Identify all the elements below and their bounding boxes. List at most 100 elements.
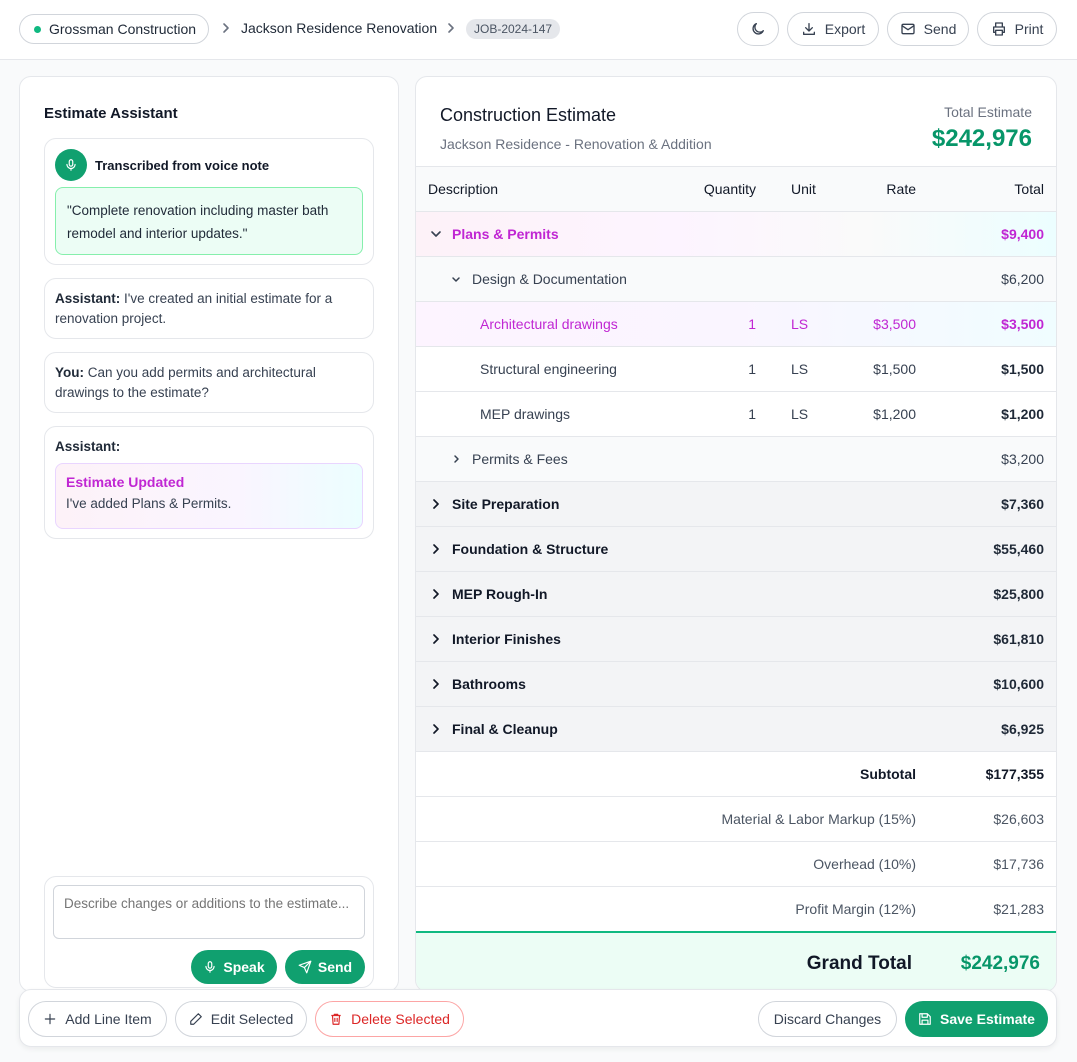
- delete-selected-button[interactable]: Delete Selected: [315, 1001, 464, 1037]
- microphone-icon: [203, 960, 217, 974]
- moon-icon: [750, 21, 766, 37]
- export-button[interactable]: Export: [787, 12, 879, 46]
- col-unit: Unit: [791, 181, 816, 197]
- category-label: Interior Finishes: [452, 631, 561, 647]
- assistant-panel: Estimate Assistant Transcribed from voic…: [19, 76, 399, 992]
- speak-label: Speak: [223, 959, 265, 975]
- message-speaker: Assistant:: [55, 439, 121, 454]
- subcategory-row-design[interactable]: Design & Documentation $6,200: [416, 256, 1056, 301]
- send-label: Send: [317, 959, 353, 975]
- estimate-panel: Construction Estimate Jackson Residence …: [415, 76, 1057, 992]
- category-row[interactable]: Foundation & Structure $55,460: [416, 526, 1056, 571]
- category-label: Bathrooms: [452, 676, 526, 692]
- add-line-item-button[interactable]: Add Line Item: [28, 1001, 167, 1037]
- mail-icon: [900, 21, 916, 37]
- profit-label: Profit Margin (12%): [795, 901, 916, 917]
- chevron-right-icon: [220, 21, 232, 35]
- category-row[interactable]: MEP Rough-In $25,800: [416, 571, 1056, 616]
- grand-total-row: Grand Total $242,976: [416, 931, 1056, 991]
- subcategory-total: $6,200: [1001, 271, 1044, 287]
- estimate-table: Description Quantity Unit Rate Total Pla…: [416, 166, 1056, 991]
- chevron-down-icon[interactable]: [428, 226, 444, 242]
- category-row[interactable]: Interior Finishes $61,810: [416, 616, 1056, 661]
- profit-row: Profit Margin (12%) $21,283: [416, 886, 1056, 931]
- item-rate: $3,500: [873, 316, 916, 332]
- chevron-right-icon[interactable]: [428, 631, 444, 647]
- overhead-label: Overhead (10%): [813, 856, 916, 872]
- chevron-down-icon[interactable]: [448, 271, 464, 287]
- save-estimate-button[interactable]: Save Estimate: [905, 1001, 1048, 1037]
- dark-mode-toggle[interactable]: [737, 12, 779, 46]
- markup-row: Material & Labor Markup (15%) $26,603: [416, 796, 1056, 841]
- estimate-update-notice: Estimate Updated I've added Plans & Perm…: [55, 463, 363, 529]
- item-total: $3,500: [1001, 316, 1044, 332]
- action-toolbar: Add Line Item Edit Selected Delete Selec…: [19, 989, 1057, 1047]
- category-total: $10,600: [993, 676, 1044, 692]
- trash-icon: [329, 1012, 343, 1026]
- profit-value: $21,283: [993, 901, 1044, 917]
- top-header: Grossman Construction Jackson Residence …: [0, 0, 1077, 60]
- item-unit: LS: [791, 316, 809, 332]
- line-item-row[interactable]: Architectural drawings 1 LS $3,500 $3,50…: [416, 301, 1056, 346]
- printer-icon: [991, 21, 1007, 37]
- edit-selected-button[interactable]: Edit Selected: [175, 1001, 307, 1037]
- chat-message: Assistant: I've created an initial estim…: [44, 278, 374, 339]
- item-unit: LS: [791, 406, 809, 422]
- category-label: Plans & Permits: [452, 226, 559, 242]
- category-label: Foundation & Structure: [452, 541, 609, 557]
- subcategory-label: Permits & Fees: [472, 451, 568, 467]
- overhead-value: $17,736: [993, 856, 1044, 872]
- table-header: Description Quantity Unit Rate Total: [416, 166, 1056, 211]
- item-description: MEP drawings: [480, 406, 571, 422]
- send-button[interactable]: Send: [887, 12, 969, 46]
- category-total: $55,460: [993, 541, 1044, 557]
- category-row-plans-permits[interactable]: Plans & Permits $9,400: [416, 211, 1056, 256]
- chat-message: Assistant: Estimate Updated I've added P…: [44, 426, 374, 539]
- export-label: Export: [824, 21, 866, 37]
- subtotal-row: Subtotal $177,355: [416, 751, 1056, 796]
- subcategory-label: Design & Documentation: [472, 271, 627, 287]
- chat-input-card: Speak Send: [44, 876, 374, 988]
- category-total: $25,800: [993, 586, 1044, 602]
- discard-changes-label: Discard Changes: [773, 1011, 882, 1027]
- category-row[interactable]: Final & Cleanup $6,925: [416, 706, 1056, 751]
- chevron-right-icon[interactable]: [428, 676, 444, 692]
- col-quantity: Quantity: [703, 181, 756, 197]
- col-rate: Rate: [886, 181, 916, 197]
- chevron-right-icon[interactable]: [428, 586, 444, 602]
- update-body: I've added Plans & Permits.: [66, 496, 232, 511]
- changes-input[interactable]: [53, 885, 365, 939]
- voice-note-header: Transcribed from voice note: [55, 149, 269, 181]
- item-quantity: 1: [748, 406, 756, 422]
- overhead-row: Overhead (10%) $17,736: [416, 841, 1056, 886]
- line-item-row[interactable]: Structural engineering 1 LS $1,500 $1,50…: [416, 346, 1056, 391]
- line-item-row[interactable]: MEP drawings 1 LS $1,200 $1,200: [416, 391, 1056, 436]
- speak-button[interactable]: Speak: [191, 950, 277, 984]
- chevron-right-icon[interactable]: [428, 496, 444, 512]
- category-row[interactable]: Bathrooms $10,600: [416, 661, 1056, 706]
- total-estimate-label: Total Estimate: [944, 104, 1032, 120]
- print-button[interactable]: Print: [977, 12, 1057, 46]
- markup-value: $26,603: [993, 811, 1044, 827]
- estimate-title: Construction Estimate: [440, 105, 617, 125]
- chevron-right-icon[interactable]: [428, 541, 444, 557]
- breadcrumb-project[interactable]: Jackson Residence Renovation: [241, 20, 437, 36]
- microphone-icon: [55, 149, 87, 181]
- discard-changes-button[interactable]: Discard Changes: [758, 1001, 897, 1037]
- chevron-right-icon[interactable]: [428, 721, 444, 737]
- chevron-right-icon[interactable]: [448, 451, 464, 467]
- status-dot-icon: [34, 25, 41, 33]
- category-row[interactable]: Site Preparation $7,360: [416, 481, 1056, 526]
- job-id-badge: JOB-2024-147: [466, 19, 561, 39]
- subcategory-row-permits[interactable]: Permits & Fees $3,200: [416, 436, 1056, 481]
- col-description: Description: [428, 181, 499, 197]
- plus-icon: [43, 1012, 57, 1026]
- company-selector[interactable]: Grossman Construction: [19, 14, 210, 44]
- markup-label: Material & Labor Markup (15%): [721, 811, 916, 827]
- message-speaker: You:: [55, 365, 84, 380]
- assistant-title: Estimate Assistant: [44, 105, 178, 122]
- print-label: Print: [1014, 21, 1044, 37]
- category-total: $61,810: [993, 631, 1044, 647]
- delete-selected-label: Delete Selected: [351, 1011, 450, 1027]
- chat-send-button[interactable]: Send: [285, 950, 365, 984]
